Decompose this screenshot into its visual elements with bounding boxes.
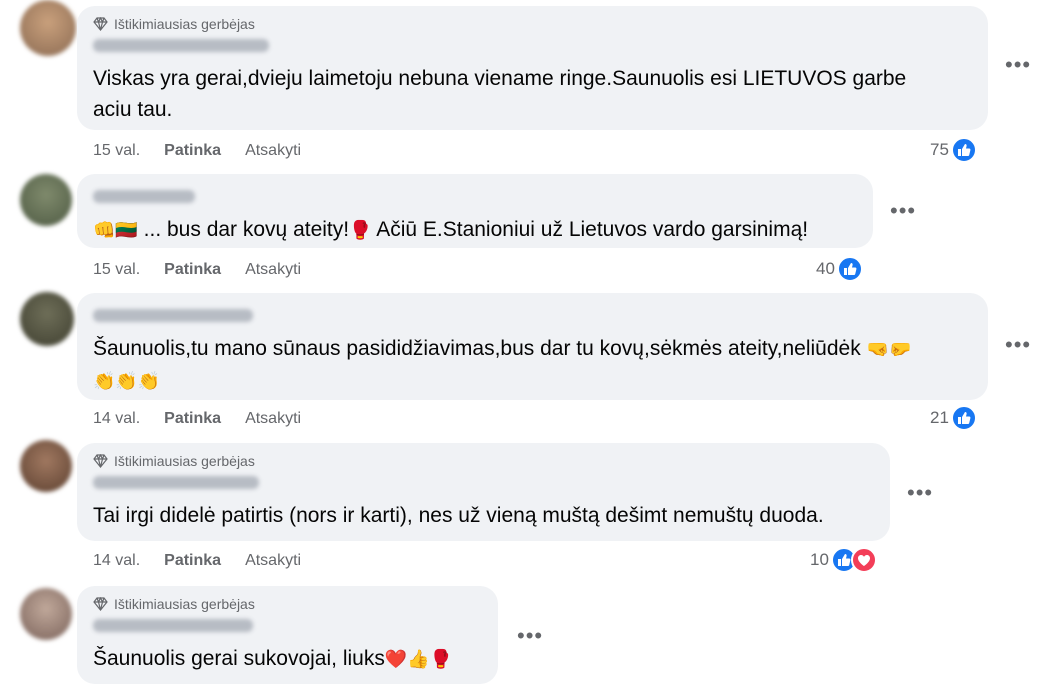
reaction-summary[interactable]: 21 <box>930 405 977 431</box>
emoji: ❤️👍🥊 <box>384 648 453 669</box>
timestamp[interactable]: 14 val. <box>93 410 140 428</box>
comment-bubble: Ištikimiausias gerbėjas Šaunuolis gerai … <box>77 586 498 684</box>
badge-label: Ištikimiausias gerbėjas <box>114 16 255 32</box>
more-options-icon[interactable]: ••• <box>1005 54 1031 76</box>
timestamp[interactable]: 15 val. <box>93 261 140 279</box>
comment-actions: 15 val. Patinka Atsakyti <box>93 261 301 279</box>
comment-text: Šaunuolis gerai sukovojai, liuks❤️👍🥊 <box>93 643 482 675</box>
comment-actions: 14 val. Patinka Atsakyti <box>93 410 301 428</box>
comment-bubble: Ištikimiausias gerbėjas Tai irgi didelė … <box>77 443 890 541</box>
more-options-icon[interactable]: ••• <box>890 200 916 222</box>
author-name[interactable] <box>93 476 259 489</box>
author-name[interactable] <box>93 619 253 632</box>
like-reaction-icon <box>950 405 977 431</box>
avatar[interactable] <box>20 588 72 640</box>
reaction-count: 21 <box>930 408 949 427</box>
comment-text: Šaunuolis,tu mano sūnaus pasididžiavimas… <box>93 333 972 397</box>
comment-actions: 14 val. Patinka Atsakyti <box>93 552 301 570</box>
diamond-icon <box>93 454 108 468</box>
like-reaction-icon <box>950 137 977 163</box>
emoji: 👊🇱🇹 <box>93 219 138 240</box>
reaction-summary[interactable]: 40 <box>816 256 863 282</box>
reply-button[interactable]: Atsakyti <box>245 410 301 428</box>
like-button[interactable]: Patinka <box>164 261 221 279</box>
timestamp[interactable]: 15 val. <box>93 142 140 160</box>
reaction-count: 75 <box>930 140 949 159</box>
reaction-count: 10 <box>810 550 829 569</box>
reply-button[interactable]: Atsakyti <box>245 142 301 160</box>
emoji: 🤜🤛 <box>866 338 912 359</box>
top-fan-badge: Ištikimiausias gerbėjas <box>93 15 972 33</box>
badge-label: Ištikimiausias gerbėjas <box>114 596 255 612</box>
author-name[interactable] <box>93 190 195 203</box>
more-options-icon[interactable]: ••• <box>907 482 933 504</box>
badge-label: Ištikimiausias gerbėjas <box>114 453 255 469</box>
avatar[interactable] <box>20 0 76 56</box>
avatar[interactable] <box>20 440 72 492</box>
love-reaction-icon <box>850 547 877 573</box>
like-button[interactable]: Patinka <box>164 410 221 428</box>
author-name[interactable] <box>93 309 253 322</box>
comment-text: 👊🇱🇹 ... bus dar kovų ateity!🥊 Ačiū E.Sta… <box>93 214 857 246</box>
more-options-icon[interactable]: ••• <box>1005 334 1031 356</box>
timestamp[interactable]: 14 val. <box>93 552 140 570</box>
like-reaction-icon <box>836 256 863 282</box>
comment-bubble: Ištikimiausias gerbėjas Viskas yra gerai… <box>77 6 988 130</box>
diamond-icon <box>93 597 108 611</box>
comment-actions: 15 val. Patinka Atsakyti <box>93 142 301 160</box>
more-options-icon[interactable]: ••• <box>517 625 543 647</box>
reaction-summary[interactable]: 75 <box>930 137 977 163</box>
reply-button[interactable]: Atsakyti <box>245 261 301 279</box>
top-fan-badge: Ištikimiausias gerbėjas <box>93 452 874 470</box>
reaction-summary[interactable]: 10 <box>810 547 877 573</box>
top-fan-badge: Ištikimiausias gerbėjas <box>93 595 482 613</box>
avatar[interactable] <box>20 292 74 346</box>
comment-text: Viskas yra gerai,dvieju laimetoju nebuna… <box>93 67 907 121</box>
reply-button[interactable]: Atsakyti <box>245 552 301 570</box>
like-button[interactable]: Patinka <box>164 142 221 160</box>
comment-text: Tai irgi didelė patirtis (nors ir karti)… <box>93 504 824 527</box>
comment-bubble: Šaunuolis,tu mano sūnaus pasididžiavimas… <box>77 293 988 400</box>
comment-bubble: 👊🇱🇹 ... bus dar kovų ateity!🥊 Ačiū E.Sta… <box>77 174 873 248</box>
reaction-count: 40 <box>816 259 835 278</box>
avatar[interactable] <box>20 174 72 226</box>
emoji: 🥊 <box>349 219 372 240</box>
emoji: 👏👏👏 <box>93 370 161 391</box>
like-button[interactable]: Patinka <box>164 552 221 570</box>
author-name[interactable] <box>93 39 269 52</box>
diamond-icon <box>93 17 108 31</box>
